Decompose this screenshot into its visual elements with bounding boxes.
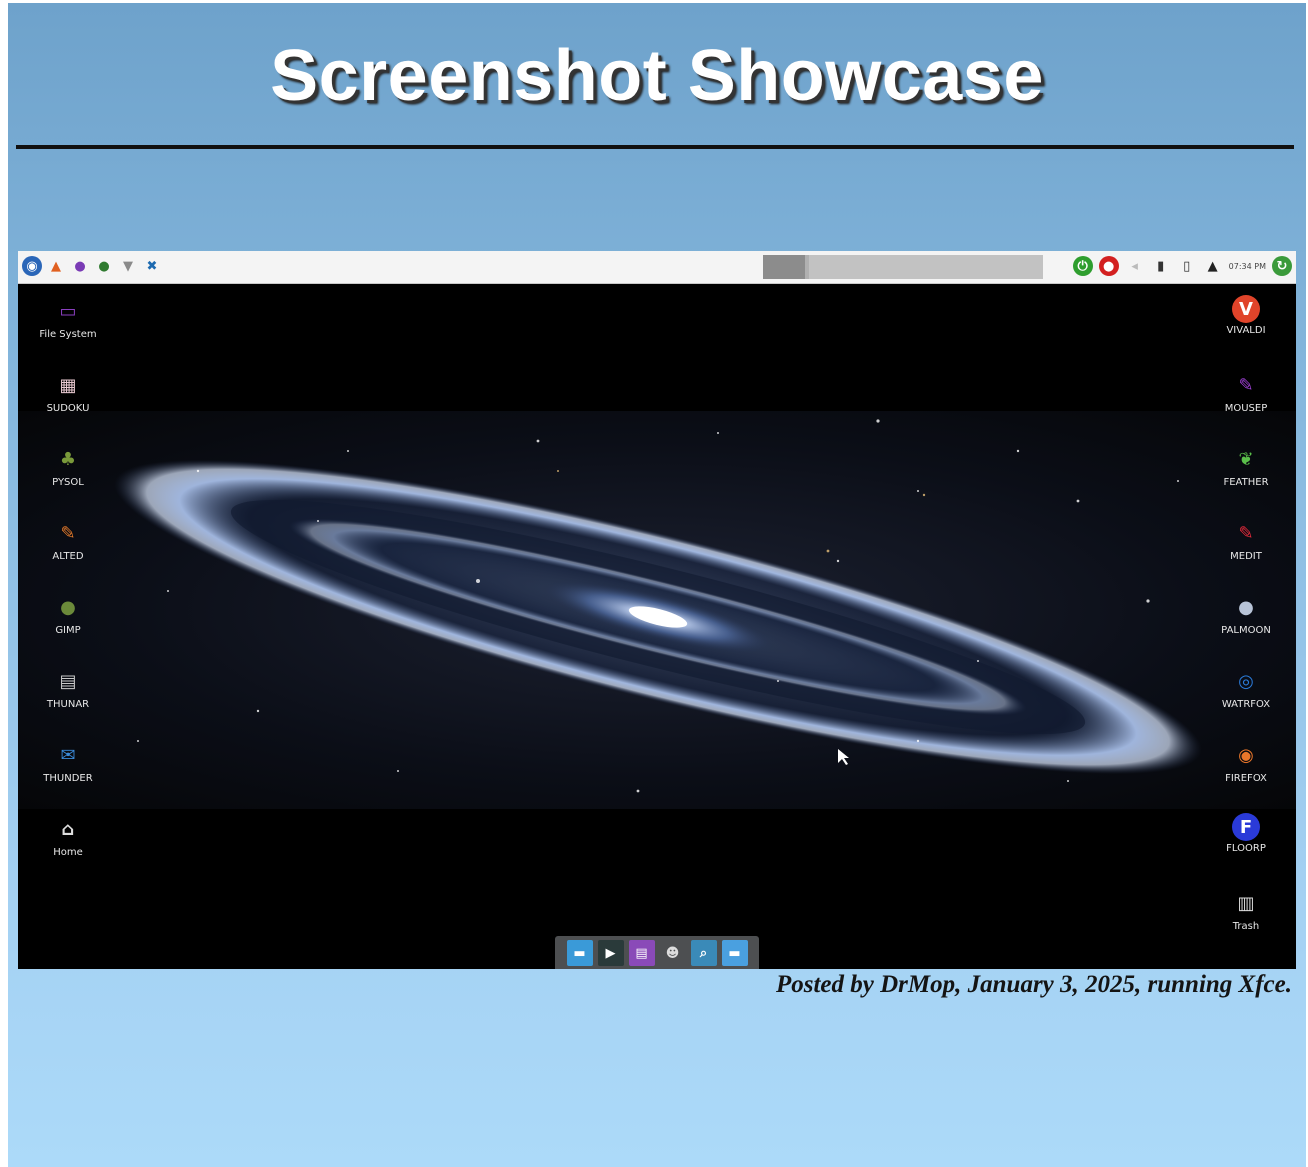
search-icon[interactable]: ⌕ xyxy=(690,940,717,966)
bell-icon[interactable]: ▲ xyxy=(1203,256,1223,276)
desktop-icon-label: SUDOKU xyxy=(46,403,90,414)
waterfox-icon: ◎ xyxy=(1238,670,1254,692)
floorp-icon: F xyxy=(1232,813,1260,841)
desktop-icon-thunar[interactable]: ▤ THUNAR xyxy=(18,665,118,735)
alted-icon: ✎ xyxy=(60,522,76,544)
bottom-dock: ▬ ▶ ▤ ☻ ⌕ ▬ xyxy=(555,936,759,969)
desktop-icon-label: GIMP xyxy=(55,625,81,636)
desktop-icon-label: WATRFOX xyxy=(1221,699,1271,710)
desktop-icon-palmoon[interactable]: ● PALMOON xyxy=(1196,591,1296,661)
desktop-icon-label: FIREFOX xyxy=(1225,773,1267,784)
desktop-icon-label: File System xyxy=(39,329,97,340)
desktop-icon-label: PYSOL xyxy=(52,477,84,488)
trash-icon: ▥ xyxy=(1237,892,1255,914)
desktop-icon-label: THUNDER xyxy=(43,773,93,784)
file-system-icon: ▭ xyxy=(59,300,77,322)
desktop-icon-vivaldi[interactable]: V VIVALDI xyxy=(1196,295,1296,365)
showcase-page: Screenshot Showcase ◉ ▲ ● ● ▼ ✖ ⏻ ● ◂ ▮ … xyxy=(8,3,1306,1167)
workspace-icon[interactable]: ▤ xyxy=(628,940,655,966)
desktop-icon-feather[interactable]: ❦ FEATHER xyxy=(1196,443,1296,513)
desktop-icon-gimp[interactable]: ● GIMP xyxy=(18,591,118,661)
desktop-icon-label: THUNAR xyxy=(46,699,90,710)
title-divider xyxy=(16,145,1294,149)
desktop-icon-thunder[interactable]: ✉ THUNDER xyxy=(18,739,118,809)
desktop-icon-watrfox[interactable]: ◎ WATRFOX xyxy=(1196,665,1296,735)
desktop-icon-firefox[interactable]: ◉ FIREFOX xyxy=(1196,739,1296,809)
page-title: Screenshot Showcase xyxy=(270,36,1044,116)
pysol-icon: ♣ xyxy=(59,448,77,470)
galaxy-image xyxy=(114,419,1202,793)
desktop-icon-floorp[interactable]: F FLOORP xyxy=(1196,813,1296,883)
volume-icon[interactable]: ◂ xyxy=(1125,256,1145,276)
mousepad-icon: ✎ xyxy=(1238,374,1254,396)
desktop-icon-home[interactable]: ⌂ Home xyxy=(18,813,118,883)
desktop-icon-label: PALMOON xyxy=(1221,625,1271,636)
firefox-icon: ◉ xyxy=(1238,744,1254,766)
desktop-icon-alted[interactable]: ✎ ALTED xyxy=(18,517,118,587)
desktop-icon-label: Trash xyxy=(1232,921,1260,932)
battery-icon[interactable]: ▯ xyxy=(1177,256,1197,276)
power-icon[interactable]: ⏻ xyxy=(1072,256,1093,276)
desktop-icon-label: VIVALDI xyxy=(1226,325,1266,336)
purple-orb-icon[interactable]: ● xyxy=(70,256,90,276)
record-icon[interactable]: ● xyxy=(1098,256,1119,276)
desktop-icon-label: Home xyxy=(53,847,83,858)
agent-icon[interactable]: ☻ xyxy=(660,940,686,966)
galaxy-wallpaper xyxy=(18,411,1296,809)
system-tray: ⏻ ● ◂ ▮ ▯ ▲ 07:34 PM ↻ xyxy=(1072,256,1292,276)
desktop-icon-sudoku[interactable]: ▦ SUDOKU xyxy=(18,369,118,439)
thunar-icon: ▤ xyxy=(59,670,77,692)
terminal-icon[interactable]: ▶ xyxy=(597,940,624,966)
desktop-icon-label: FLOORP xyxy=(1226,843,1266,854)
clipboard-icon[interactable]: ▮ xyxy=(1151,256,1171,276)
vivaldi-icon: V xyxy=(1232,295,1260,323)
gimp-icon: ● xyxy=(60,596,76,618)
desktop-icon-label: MOUSEP xyxy=(1224,403,1268,414)
home-icon: ⌂ xyxy=(61,818,75,840)
feather-icon: ❦ xyxy=(1238,448,1254,470)
triangle-app-icon[interactable]: ▲ xyxy=(46,256,66,276)
desktop-icon-file-system[interactable]: ▭ File System xyxy=(18,295,118,365)
desktop-icon-label: MEDIT xyxy=(1230,551,1262,562)
desktop-icon-trash[interactable]: ▥ Trash xyxy=(1196,887,1296,957)
desktop-icon-mousep[interactable]: ✎ MOUSEP xyxy=(1196,369,1296,439)
desktop-icon-label: ALTED xyxy=(52,551,84,562)
desktop-icon-medit[interactable]: ✎ MEDIT xyxy=(1196,517,1296,587)
folder-icon[interactable]: ▬ xyxy=(721,940,748,966)
top-panel: ◉ ▲ ● ● ▼ ✖ ⏻ ● ◂ ▮ ▯ ▲ 07:34 PM ↻ xyxy=(18,251,1296,284)
sudoku-icon: ▦ xyxy=(59,374,77,396)
desktop-icon-label: FEATHER xyxy=(1223,477,1269,488)
mouse-cursor-icon xyxy=(838,749,849,765)
tools-icon[interactable]: ✖ xyxy=(142,256,162,276)
palemoon-icon: ● xyxy=(1238,596,1254,618)
globe-icon[interactable]: ● xyxy=(94,256,114,276)
medit-icon: ✎ xyxy=(1238,522,1254,544)
task-list[interactable] xyxy=(763,255,1043,279)
app-menu-icon[interactable]: ◉ xyxy=(22,256,42,276)
filter-icon[interactable]: ▼ xyxy=(118,256,138,276)
panel-clock[interactable]: 07:34 PM xyxy=(1229,262,1266,271)
desktop-screenshot: ◉ ▲ ● ● ▼ ✖ ⏻ ● ◂ ▮ ▯ ▲ 07:34 PM ↻ ▭ Fil… xyxy=(18,251,1296,969)
thunderbird-icon: ✉ xyxy=(60,744,76,766)
refresh-icon[interactable]: ↻ xyxy=(1272,256,1292,276)
panel-launchers: ◉ ▲ ● ● ▼ ✖ xyxy=(22,256,162,276)
show-desktop-icon[interactable]: ▬ xyxy=(566,940,593,966)
post-caption: Posted by DrMop, January 3, 2025, runnin… xyxy=(775,971,1292,998)
desktop-icon-pysol[interactable]: ♣ PYSOL xyxy=(18,443,118,513)
